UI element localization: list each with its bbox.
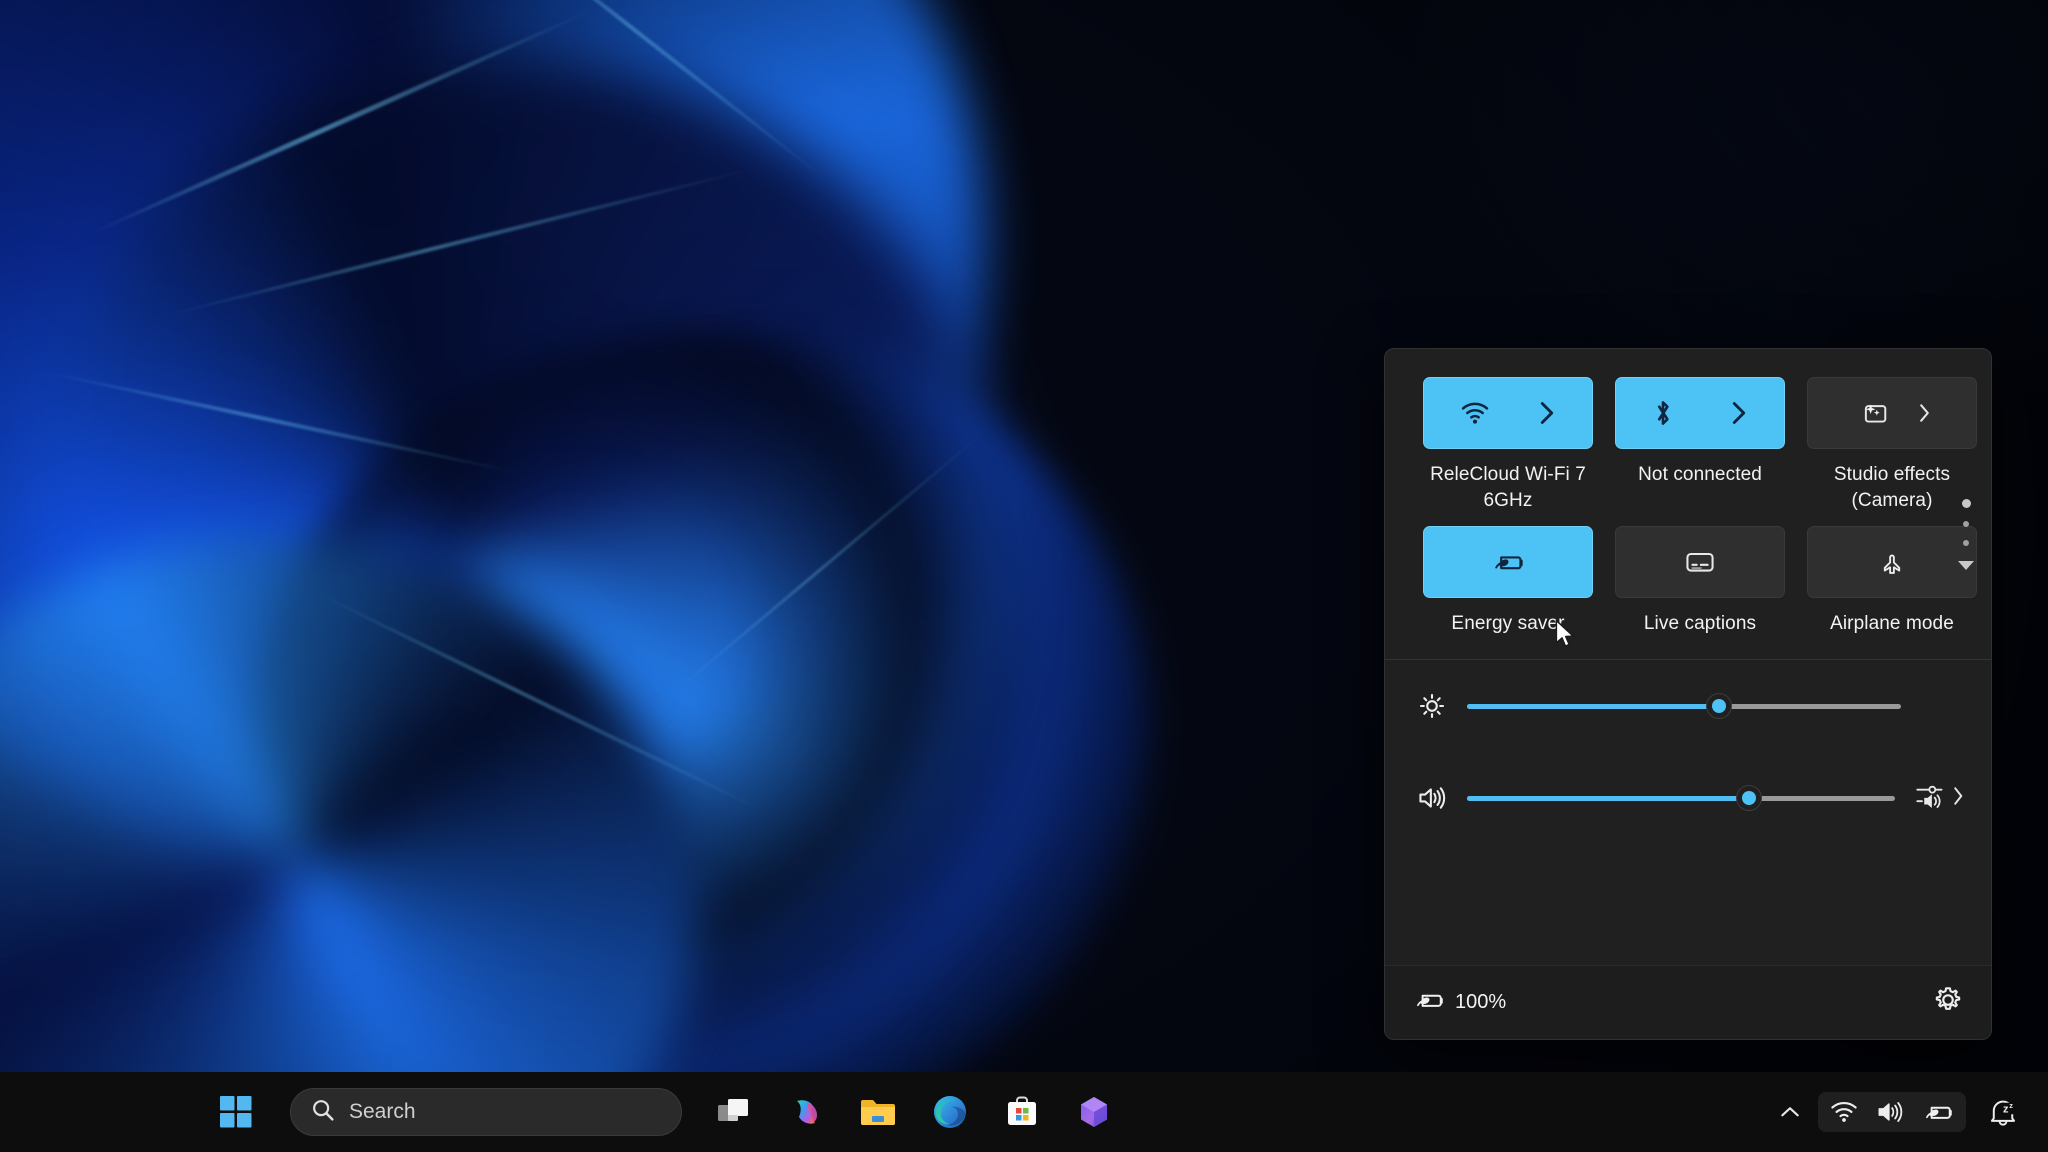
brightness-slider-thumb[interactable] [1705,693,1732,719]
taskbar: Search z z [0,1072,2048,1152]
taskbar-app-microsoft-edge[interactable] [922,1084,978,1140]
gear-icon[interactable] [1933,985,1963,1020]
wifi-icon[interactable] [1830,1101,1858,1123]
quick-tile-energy-saver[interactable] [1423,526,1593,598]
start-button[interactable] [208,1084,264,1140]
quick-tile-bluetooth[interactable] [1615,377,1785,449]
quick-settings-tile-row-1: ReleCloud Wi-Fi 7 6GHz Not connected Stu… [1423,377,1977,526]
volume-icon[interactable] [1876,1100,1904,1124]
tray-status-cluster[interactable] [1818,1092,1966,1132]
taskbar-app-file-explorer[interactable] [850,1084,906,1140]
wifi-icon [1460,401,1490,425]
quick-tile-label-studio-effects: Studio effects (Camera) [1833,464,1951,511]
chevron-right-icon[interactable] [1917,402,1932,424]
battery-percent-label: 100% [1455,991,1507,1013]
studio-effects-icon [1860,401,1890,425]
quick-settings-tile-row-2: Energy saver Live captions Airplane mode [1423,526,1977,637]
pager-dot-3[interactable] [1963,540,1969,546]
chevron-down-icon[interactable] [1958,561,1974,570]
volume-icon [1411,785,1453,811]
brightness-slider[interactable] [1467,693,1901,719]
quick-tile-label-wifi: ReleCloud Wi-Fi 7 6GHz [1430,464,1586,511]
airplane-icon [1878,548,1906,576]
search-input[interactable]: Search [349,1100,416,1124]
volume-slider-thumb[interactable] [1736,785,1763,811]
tile-cell-bluetooth: Not connected [1615,377,1785,514]
quick-tile-label-airplane-mode: Airplane mode [1830,613,1954,634]
tile-cell-live-captions: Live captions [1615,526,1785,637]
taskbar-tray: z z [1768,1086,2030,1138]
energy-saver-icon [1491,550,1525,574]
quick-settings-panel: ReleCloud Wi-Fi 7 6GHz Not connected Stu… [1384,348,1992,1040]
battery-status[interactable]: 100% [1413,988,1506,1017]
energy-saver-battery-icon[interactable] [1922,1100,1954,1124]
search-icon [311,1098,335,1127]
volume-slider-trailing[interactable] [1915,782,1965,815]
audio-output-mixer-icon[interactable] [1915,782,1945,815]
chevron-up-icon[interactable] [1768,1086,1812,1138]
taskbar-app-task-view[interactable] [706,1084,762,1140]
volume-slider-fill [1467,795,1750,801]
brightness-icon [1411,692,1453,720]
taskbar-center-group: Search [200,1084,1130,1140]
tile-cell-airplane-mode: Airplane mode [1807,526,1977,637]
quick-settings-tiles-area: ReleCloud Wi-Fi 7 6GHz Not connected Stu… [1385,349,1991,643]
volume-slider-row [1385,752,1991,844]
chevron-right-icon[interactable] [1951,785,1965,812]
brightness-slider-fill [1467,703,1719,709]
brightness-slider-row [1385,660,1991,752]
tile-cell-wifi: ReleCloud Wi-Fi 7 6GHz [1423,377,1593,514]
quick-tile-label-live-captions: Live captions [1643,613,1757,634]
svg-text:z: z [2003,1104,2009,1116]
quick-tile-live-captions[interactable] [1615,526,1785,598]
tile-cell-energy-saver: Energy saver [1423,526,1593,637]
energy-saver-battery-icon [1413,988,1445,1017]
live-captions-icon [1684,550,1716,574]
quick-settings-footer: 100% [1385,965,1991,1039]
quick-tile-studio-effects[interactable] [1807,377,1977,449]
taskbar-app-microsoft-store[interactable] [994,1084,1050,1140]
pager-dot-1[interactable] [1961,499,1971,508]
search-box[interactable]: Search [290,1088,682,1136]
quick-settings-pager[interactable] [1953,499,1979,570]
chevron-right-icon[interactable] [1538,400,1556,426]
svg-text:z: z [2009,1101,2013,1110]
tile-cell-studio-effects: Studio effects (Camera) [1807,377,1977,514]
volume-slider[interactable] [1467,785,1895,811]
notification-bell-dnd-icon[interactable]: z z [1976,1086,2030,1138]
desktop-screen: ReleCloud Wi-Fi 7 6GHz Not connected Stu… [0,0,2048,1152]
taskbar-app-copilot[interactable] [778,1084,834,1140]
pager-dot-2[interactable] [1963,521,1969,527]
chevron-right-icon[interactable] [1730,400,1748,426]
bluetooth-icon [1652,398,1674,428]
quick-tile-airplane-mode[interactable] [1807,526,1977,598]
quick-tile-label-bluetooth: Not connected [1638,464,1762,485]
quick-tile-wifi[interactable] [1423,377,1593,449]
quick-tile-label-energy-saver: Energy saver [1451,613,1565,634]
taskbar-app-microsoft-365[interactable] [1066,1084,1122,1140]
